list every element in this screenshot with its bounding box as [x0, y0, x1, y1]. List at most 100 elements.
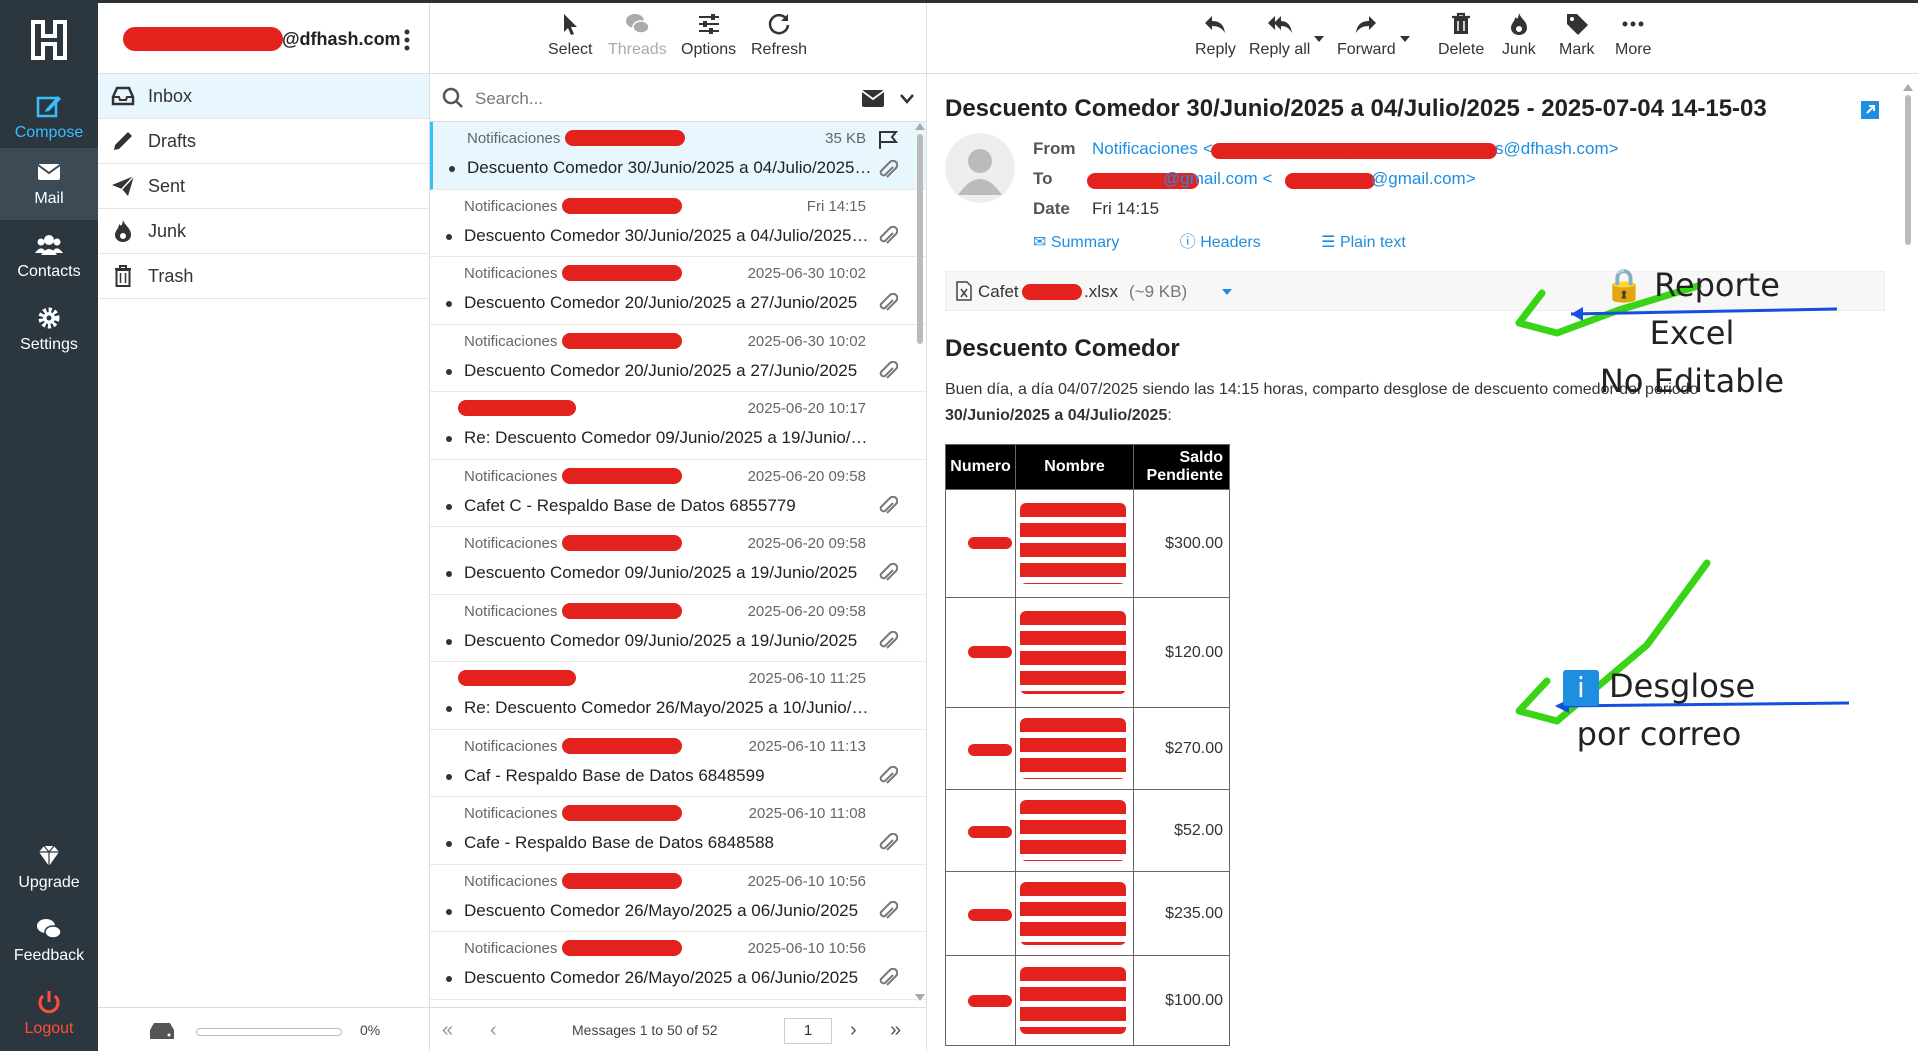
mail-button[interactable]: Mail: [0, 148, 98, 220]
nombre-cell: [1015, 789, 1134, 872]
options-label: Options: [681, 41, 737, 58]
chevron-down-icon[interactable]: [900, 94, 914, 104]
folder-drafts[interactable]: Drafts: [98, 119, 429, 164]
redaction-mark: [562, 265, 682, 281]
account-menu-icon[interactable]: [404, 29, 410, 51]
numero-cell: [945, 489, 1016, 598]
scroll-thumb[interactable]: [1905, 95, 1911, 245]
numero-cell: [945, 597, 1016, 708]
preview-scrollbar[interactable]: [1902, 83, 1914, 1043]
comments-icon: [626, 14, 651, 34]
message-subject: Descuento Comedor 30/Junio/2025 a 04/Jul…: [467, 158, 875, 177]
folder-inbox[interactable]: Inbox: [98, 74, 429, 119]
message-row[interactable]: Notificaciones 2025-06-20 09:58 Descuento …: [430, 527, 926, 595]
redaction-mark: [968, 537, 1012, 550]
gear-icon: [38, 307, 60, 329]
folder-sent[interactable]: Sent: [98, 164, 429, 209]
message-date: 2025-06-20 09:58: [747, 602, 866, 620]
logout-button[interactable]: Logout: [0, 978, 98, 1050]
compose-button[interactable]: Compose: [0, 82, 98, 154]
message-row[interactable]: 2025-06-20 10:17 Re: Descuento Comedor 09…: [430, 392, 926, 460]
forward-button[interactable]: Forward: [1337, 11, 1396, 59]
more-icon: [1622, 21, 1644, 27]
quota-percent: 0%: [360, 1022, 381, 1038]
search-input[interactable]: Search...: [475, 89, 543, 109]
folder-label: Junk: [148, 220, 187, 241]
reply-button[interactable]: Reply: [1195, 11, 1236, 59]
summary-label: Summary: [1050, 234, 1120, 251]
message-subject: Descuento Comedor 20/Junio/2025 a 27/Jun…: [464, 360, 858, 380]
upgrade-button[interactable]: Upgrade: [0, 832, 98, 904]
scroll-thumb[interactable]: [917, 134, 923, 344]
summary-link[interactable]: ✉ Summary: [1033, 234, 1147, 251]
select-label: Select: [548, 41, 593, 58]
reply-all-dropdown-icon[interactable]: [1314, 36, 1324, 42]
message-row[interactable]: Notificaciones 2025-06-20 09:58 Cafet C - …: [430, 460, 926, 527]
feedback-button[interactable]: Feedback: [0, 905, 98, 977]
forward-dropdown-icon[interactable]: [1400, 36, 1410, 42]
from-value[interactable]: Notificaciones: [1092, 139, 1198, 159]
message-row[interactable]: 2025-06-10 11:25 Re: Descuento Comedor 26…: [430, 662, 926, 730]
message-subject: Re: Descuento Comedor 09/Junio/2025 a 19…: [464, 428, 872, 447]
message-subject: Caf - Respaldo Base de Datos 6848599: [464, 765, 765, 785]
message-row[interactable]: Notificaciones 2025-06-20 09:58 Descuento …: [430, 595, 926, 662]
next-page-icon[interactable]: ›: [850, 1020, 857, 1040]
message-row[interactable]: Notificaciones 2025-06-10 11:13 Caf - Resp…: [430, 730, 926, 797]
delete-button[interactable]: Delete: [1438, 11, 1484, 59]
scroll-down-icon[interactable]: [915, 994, 925, 1002]
scroll-up-icon[interactable]: [1903, 83, 1913, 91]
first-page-icon[interactable]: «: [442, 1020, 453, 1040]
message-subject: Descuento Comedor 09/Junio/2025 a 19/Jun…: [464, 563, 858, 582]
options-button[interactable]: Options: [681, 11, 736, 59]
message-row[interactable]: Notificaciones 2025-06-10 10:56 Descuento …: [430, 932, 926, 1000]
unread-dot-icon: [446, 503, 452, 510]
paperclip-icon: [879, 293, 898, 311]
paperclip-icon: [879, 833, 898, 851]
message-sender: Notificaciones: [464, 805, 558, 822]
annotation-desglose-text1: Desglose: [1609, 667, 1756, 705]
redaction-mark: [562, 602, 682, 619]
redaction-mark: [1022, 284, 1082, 300]
search-bar[interactable]: Search...: [430, 74, 926, 122]
open-in-new-window-icon[interactable]: [1861, 101, 1879, 119]
date-value: Fri 14:15: [1092, 199, 1160, 218]
body-period-end: :: [1167, 407, 1172, 424]
last-page-icon[interactable]: »: [890, 1020, 901, 1040]
folder-trash[interactable]: Trash: [98, 254, 429, 299]
more-label: More: [1615, 41, 1652, 58]
trash-icon: [1452, 12, 1471, 34]
junk-button[interactable]: Junk: [1502, 11, 1536, 59]
message-row[interactable]: Notificaciones 2025-06-10 10:56 Descuento …: [430, 865, 926, 932]
attachment-name-suffix[interactable]: .xlsx: [1084, 282, 1118, 302]
message-row[interactable]: Notificaciones 2025-06-30 10:02 Descuento …: [430, 325, 926, 392]
attachment-name-prefix[interactable]: Cafet: [978, 282, 1019, 302]
redaction-mark: [968, 743, 1012, 756]
message-sender: Notificaciones: [464, 197, 558, 215]
more-button[interactable]: More: [1615, 11, 1651, 59]
message-date: 2025-06-10 11:25: [748, 670, 866, 687]
message-row[interactable]: Notificaciones Fri 14:15 Descuento Comedor…: [430, 190, 926, 257]
message-row[interactable]: Notificaciones 35 KB Descuento Comedor 30/…: [430, 122, 926, 190]
saldo-cell: $100.00: [1133, 955, 1230, 1046]
mark-button[interactable]: Mark: [1559, 11, 1595, 59]
message-row[interactable]: Notificaciones 2025-06-10 11:08 Cafe - Res…: [430, 797, 926, 865]
settings-button[interactable]: Settings: [0, 294, 98, 366]
mail-label: Mail: [34, 190, 64, 207]
reply-all-button[interactable]: Reply all: [1249, 11, 1310, 59]
message-sender: Notificaciones: [464, 467, 558, 485]
contacts-button[interactable]: Contacts: [0, 221, 98, 293]
cursor-icon: [564, 14, 578, 35]
comments-icon: [37, 919, 62, 939]
threads-button[interactable]: Threads: [608, 11, 667, 59]
list-scrollbar[interactable]: [914, 122, 926, 1002]
refresh-button[interactable]: Refresh: [751, 11, 807, 59]
prev-page-icon[interactable]: ‹: [490, 1020, 497, 1040]
message-row[interactable]: Notificaciones 2025-06-30 10:02 Descuento …: [430, 257, 926, 325]
page-number-input[interactable]: 1: [784, 1018, 832, 1044]
select-button[interactable]: Select: [548, 11, 592, 59]
folder-junk[interactable]: Junk: [98, 209, 429, 254]
flag-icon[interactable]: [877, 130, 899, 150]
envelope-icon[interactable]: [862, 90, 884, 107]
message-subject: Descuento Comedor 30/Junio/2025 a 04/Jul…: [464, 225, 872, 245]
scroll-up-icon[interactable]: [915, 122, 925, 130]
